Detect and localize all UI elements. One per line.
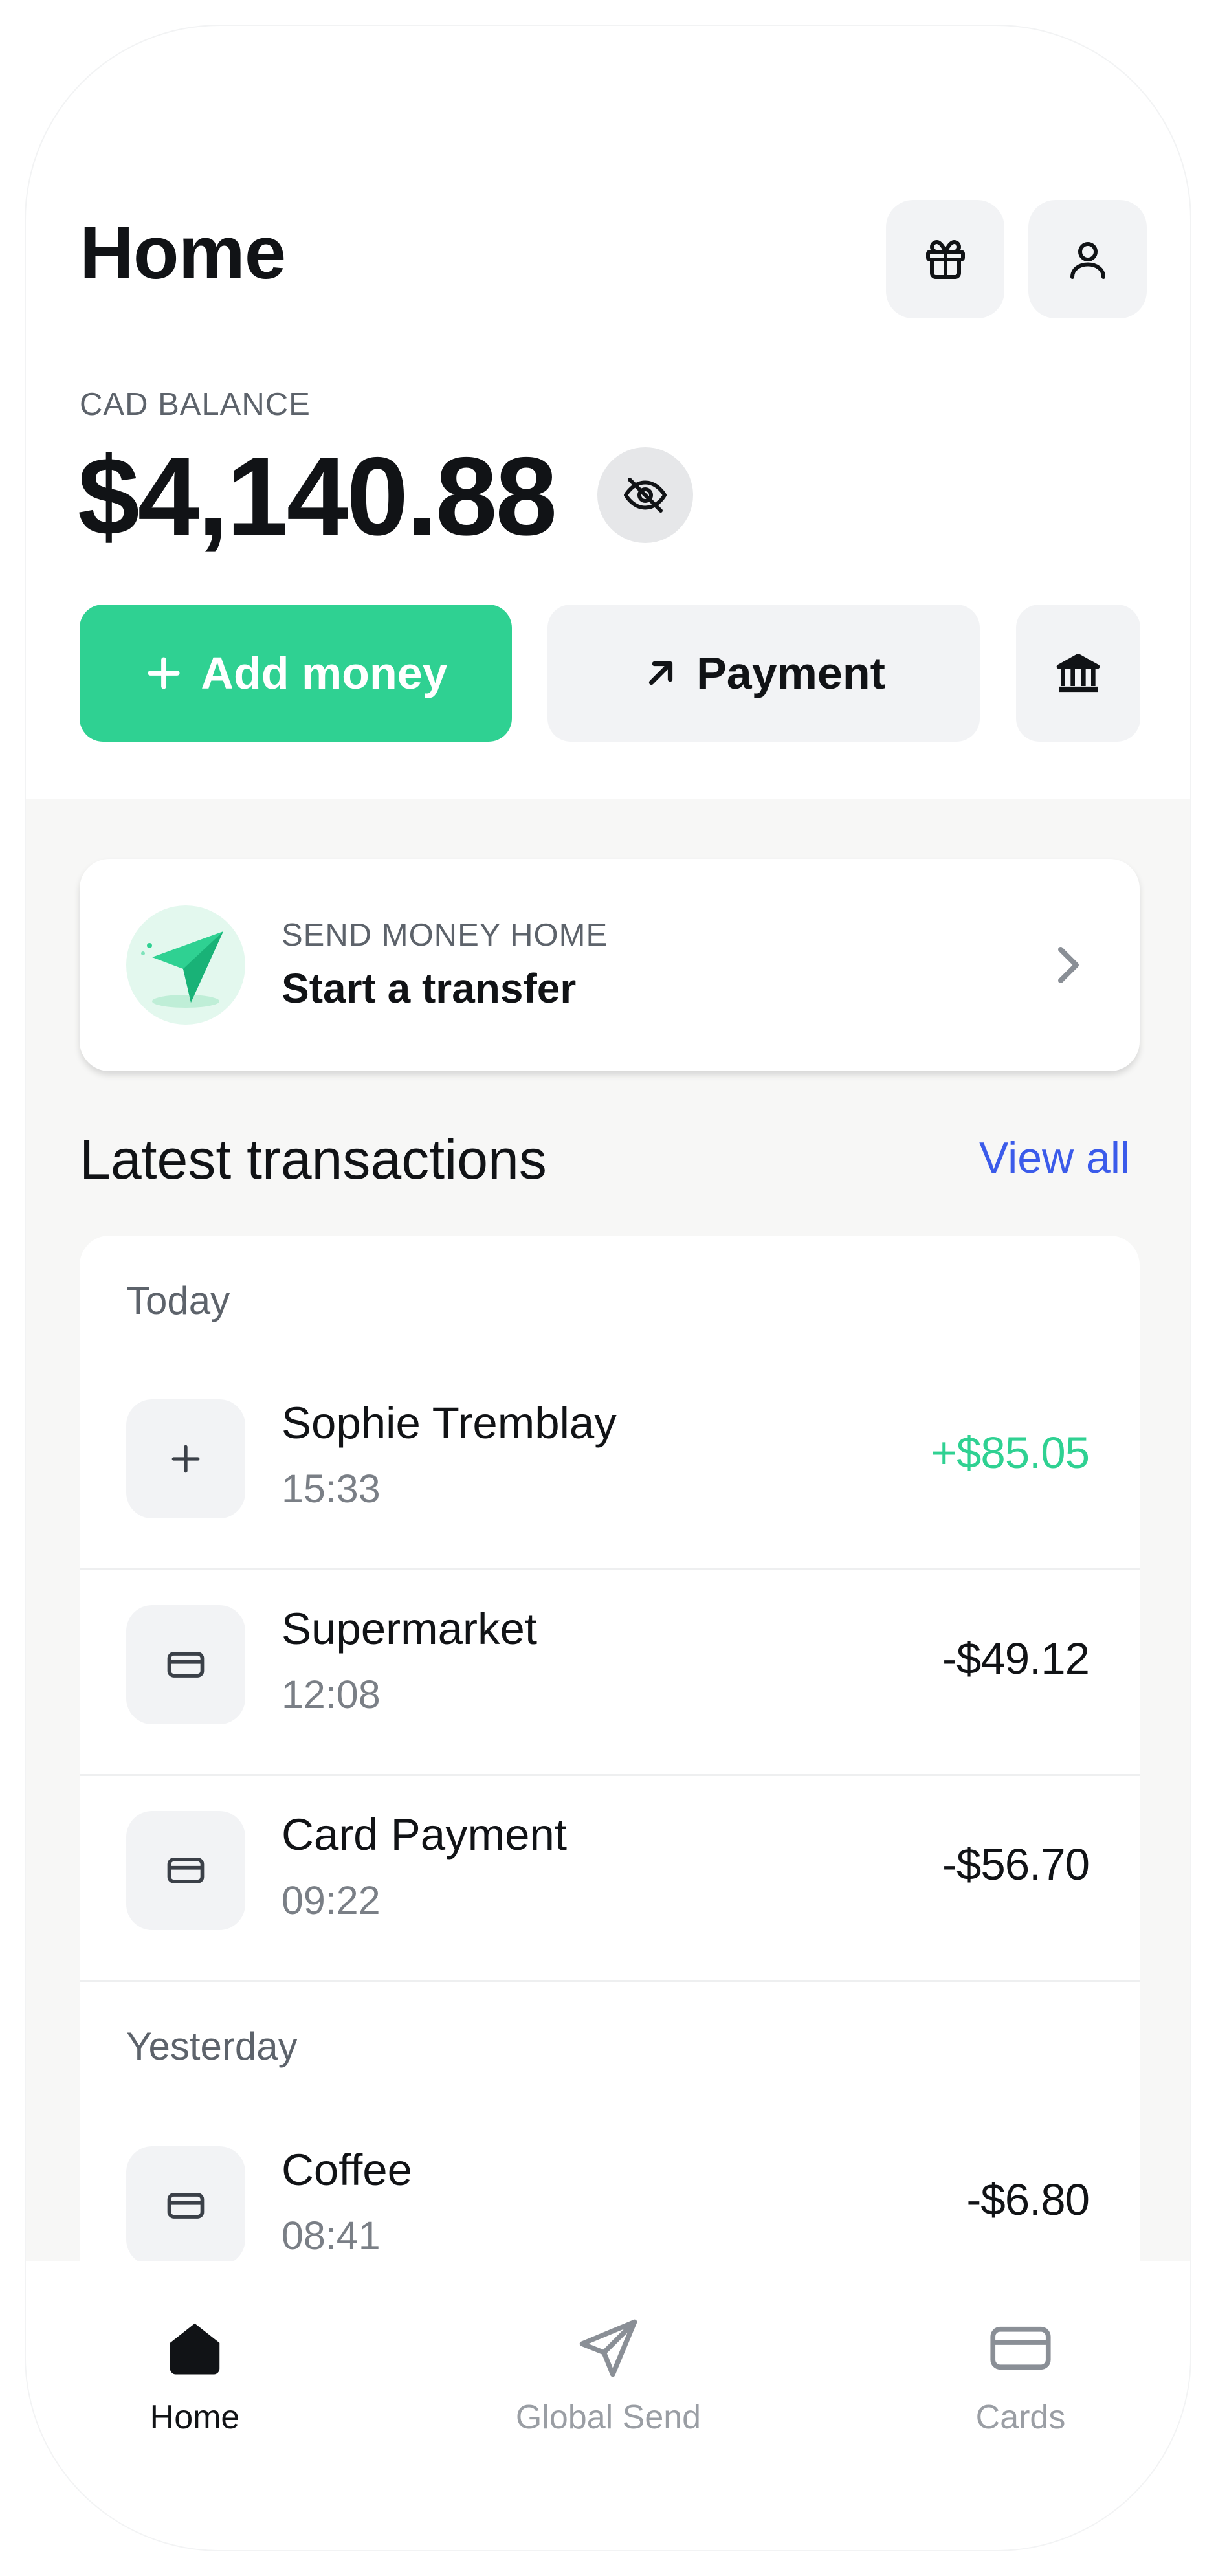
group-label-yesterday: Yesterday	[126, 2025, 298, 2068]
add-money-button[interactable]: Add money	[80, 605, 512, 742]
transactions-list: Today Sophie Tremblay 15:33 +$85.05 Supe…	[80, 1236, 1140, 2336]
transaction-amount: -$49.12	[942, 1634, 1090, 1683]
bank-icon	[1056, 654, 1100, 693]
credit-card-icon	[126, 1605, 245, 1724]
home-icon	[170, 2323, 220, 2375]
gift-icon	[925, 239, 965, 279]
transaction-time: 09:22	[282, 1878, 381, 1922]
app-screen: Home CAD BALANCE $4,140.88 Add money Pay…	[26, 26, 1190, 2550]
transaction-time: 15:33	[282, 1467, 381, 1511]
arrow-up-right-icon	[648, 661, 673, 685]
transaction-amount: -$6.80	[966, 2175, 1090, 2225]
group-label-today: Today	[126, 1279, 230, 1322]
eye-off-icon	[624, 478, 667, 513]
transaction-name: Supermarket	[282, 1604, 537, 1654]
user-icon	[1070, 241, 1105, 279]
transfer-kicker: SEND MONEY HOME	[282, 918, 608, 953]
chevron-right-icon	[1058, 947, 1079, 983]
table-row[interactable]: Supermarket 12:08 -$49.12	[80, 1568, 1140, 1776]
credit-card-icon	[990, 2326, 1051, 2370]
profile-button[interactable]	[1028, 200, 1147, 318]
plus-icon	[126, 1399, 245, 1518]
credit-card-icon	[126, 1811, 245, 1930]
bottom-nav: Home Global Send Cards	[26, 2261, 1190, 2550]
nav-home-label: Home	[149, 2399, 240, 2436]
table-row[interactable]: Sophie Tremblay 15:33 +$85.05	[80, 1362, 1140, 1570]
transaction-time: 08:41	[282, 2214, 381, 2258]
latest-transactions-title: Latest transactions	[80, 1129, 547, 1191]
plus-icon	[148, 657, 180, 689]
transaction-name: Card Payment	[282, 1810, 568, 1860]
view-all-link[interactable]: View all	[979, 1133, 1130, 1183]
paper-plane-icon	[126, 905, 245, 1025]
transfer-title: Start a transfer	[282, 965, 577, 1012]
nav-global-send-label: Global Send	[515, 2399, 702, 2436]
transaction-amount: +$85.05	[931, 1428, 1090, 1478]
gift-button[interactable]	[886, 200, 1004, 318]
nav-global-send[interactable]: Global Send	[479, 2313, 738, 2437]
balance-amount: $4,140.88	[78, 434, 557, 559]
credit-card-icon	[126, 2146, 245, 2265]
transaction-amount: -$56.70	[942, 1839, 1090, 1889]
balance-label: CAD BALANCE	[80, 387, 311, 422]
page-title: Home	[80, 210, 286, 294]
bank-button[interactable]	[1016, 605, 1140, 742]
transaction-name: Sophie Tremblay	[282, 1398, 617, 1448]
start-transfer-card[interactable]: SEND MONEY HOME Start a transfer	[80, 859, 1140, 1071]
nav-home[interactable]: Home	[65, 2313, 324, 2437]
nav-cards-label: Cards	[975, 2399, 1066, 2436]
payment-label: Payment	[696, 648, 885, 698]
paper-plane-icon	[579, 2319, 637, 2377]
payment-button[interactable]: Payment	[547, 605, 980, 742]
nav-cards[interactable]: Cards	[891, 2313, 1150, 2437]
transaction-time: 12:08	[282, 1672, 381, 1716]
table-row[interactable]: Card Payment 09:22 -$56.70	[80, 1774, 1140, 1982]
add-money-label: Add money	[201, 648, 448, 698]
toggle-balance-visibility-button[interactable]	[597, 447, 693, 543]
transaction-name: Coffee	[282, 2145, 413, 2195]
